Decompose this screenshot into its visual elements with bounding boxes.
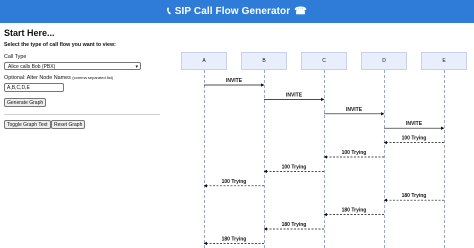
message-arrow: 180 Trying <box>203 236 264 246</box>
message-arrow: 100 Trying <box>323 150 384 159</box>
message-arrow: INVITE <box>264 92 325 102</box>
app-title: SIP Call Flow Generator <box>174 6 291 17</box>
page-heading: Start Here... <box>4 28 55 38</box>
message-arrow: 180 Trying <box>383 193 444 202</box>
message-arrow: 180 Trying <box>263 222 324 231</box>
message-arrow: 100 Trying <box>383 136 444 145</box>
message-label: INVITE <box>346 107 363 113</box>
sequence-diagram: A B C D E INVITE INVITE INVITE INVITE 100 Trying 1… <box>176 48 474 248</box>
message-arrow: 100 Trying <box>203 179 264 188</box>
call-type-selected: Alice calls Bob (PBX) <box>8 64 56 70</box>
phone-icon: 📞︎ <box>167 5 171 17</box>
call-type-label: Call Type <box>4 54 27 60</box>
message-arrow: INVITE <box>324 107 385 116</box>
divider <box>4 114 160 115</box>
message-label: INVITE <box>286 92 303 98</box>
call-type-select[interactable]: Alice calls Bob (PBX) ▾ <box>4 62 141 70</box>
generate-graph-button[interactable]: Generate Graph <box>4 98 47 107</box>
chevron-down-icon: ▾ <box>135 64 138 70</box>
message-label: 100 Trying <box>282 164 307 170</box>
form-panel: Start Here... Select the type of call fl… <box>4 28 164 129</box>
message-arrow: 100 Trying <box>263 164 324 174</box>
toggle-graph-text-button[interactable]: Toggle Graph Text <box>4 120 51 129</box>
phone-icon: ☎︎ <box>294 5 307 17</box>
node-names-input[interactable]: A,B,C,D,E <box>4 83 64 92</box>
message-label: 180 Trying <box>222 236 247 242</box>
message-label: INVITE <box>226 78 243 84</box>
alter-node-hint: (comma separated list) <box>72 75 114 80</box>
app-header: 📞︎ SIP Call Flow Generator ☎︎ <box>0 0 474 23</box>
message-arrow: INVITE <box>204 78 265 87</box>
reset-graph-button[interactable]: Reset Graph <box>51 120 86 129</box>
message-label: 180 Trying <box>402 193 427 199</box>
call-flow-arrows: INVITE INVITE INVITE INVITE 100 Trying 100 Tr… <box>203 78 445 246</box>
message-arrow: 180 Trying <box>323 208 384 217</box>
message-label: 100 Trying <box>342 150 367 156</box>
message-label: INVITE <box>406 121 423 127</box>
instructions-text: Select the type of call flow you want to… <box>4 42 116 48</box>
message-arrow: INVITE <box>384 121 445 130</box>
message-label: 180 Trying <box>342 208 367 214</box>
alter-node-label: Optional: Alter Node Names (comma separa… <box>4 75 114 81</box>
message-label: 100 Trying <box>402 136 427 142</box>
message-label: 180 Trying <box>282 222 307 228</box>
message-label: 100 Trying <box>222 179 247 185</box>
